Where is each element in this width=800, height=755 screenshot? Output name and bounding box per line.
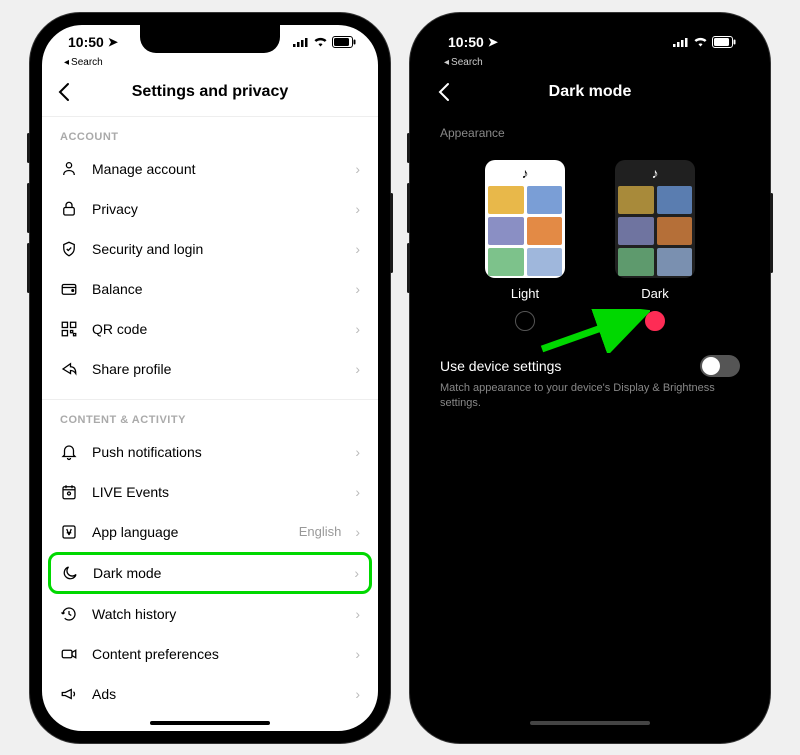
theme-picker: ♪ Light ♪ Dark [422, 150, 758, 337]
chevron-left-icon: ◂ [64, 57, 69, 68]
page-title: Settings and privacy [132, 83, 289, 101]
settings-row-person[interactable]: Manage account › [42, 149, 378, 189]
theme-preview-dark: ♪ [615, 160, 695, 278]
settings-list[interactable]: ACCOUNTManage account›Privacy›Security a… [42, 117, 378, 727]
settings-row-wallet[interactable]: Balance › [42, 269, 378, 309]
notch [520, 25, 660, 53]
row-value: English [299, 524, 342, 539]
status-time: 10:50 [68, 34, 104, 50]
wallet-icon [60, 280, 78, 298]
chevron-right-icon: › [355, 241, 360, 257]
row-label: LIVE Events [92, 484, 341, 500]
nav-header: Dark mode [422, 72, 758, 112]
row-label: Watch history [92, 606, 341, 622]
signal-icon [673, 37, 689, 47]
qr-icon [60, 320, 78, 338]
row-label: Ads [92, 686, 341, 702]
theme-option-dark[interactable]: ♪ Dark [615, 160, 695, 331]
back-button[interactable] [438, 82, 450, 102]
radio-dark[interactable] [645, 311, 665, 331]
row-label: Security and login [92, 241, 341, 257]
settings-row-shield[interactable]: Security and login › [42, 229, 378, 269]
row-label: Dark mode [93, 565, 340, 581]
video-icon [60, 645, 78, 663]
use-device-toggle[interactable] [700, 355, 740, 377]
back-to-app[interactable]: ◂ Search [422, 57, 758, 68]
settings-row-bell[interactable]: Push notifications › [42, 432, 378, 472]
appearance-header: Appearance [422, 112, 758, 150]
wifi-icon [313, 36, 328, 47]
chevron-right-icon: › [355, 444, 360, 460]
chevron-right-icon: › [355, 524, 360, 540]
status-icons [673, 36, 736, 48]
section-header: CONTENT & ACTIVITY [42, 400, 378, 432]
nav-header: Settings and privacy [42, 72, 378, 112]
chevron-right-icon: › [355, 646, 360, 662]
bell-icon [60, 443, 78, 461]
moon-icon [61, 564, 79, 582]
lock-icon [60, 200, 78, 218]
chevron-right-icon: › [355, 201, 360, 217]
signal-icon [293, 37, 309, 47]
phone-left: 10:50 ➤ ◂ Search Settings and privacy AC… [30, 13, 390, 743]
chevron-right-icon: › [355, 161, 360, 177]
home-indicator[interactable] [530, 721, 650, 725]
settings-row-language[interactable]: App language English › [42, 512, 378, 552]
settings-row-history[interactable]: Watch history › [42, 594, 378, 634]
back-to-app[interactable]: ◂ Search [42, 57, 378, 68]
chevron-right-icon: › [355, 361, 360, 377]
radio-light[interactable] [515, 311, 535, 331]
settings-row-video[interactable]: Content preferences › [42, 634, 378, 674]
language-icon [60, 523, 78, 541]
battery-icon [332, 36, 356, 48]
back-button[interactable] [58, 82, 70, 102]
chevron-left-icon: ◂ [444, 57, 449, 68]
theme-preview-light: ♪ [485, 160, 565, 278]
row-label: Share profile [92, 361, 341, 377]
settings-row-calendar[interactable]: LIVE Events › [42, 472, 378, 512]
row-label: Content preferences [92, 646, 341, 662]
location-icon: ➤ [488, 35, 498, 49]
chevron-right-icon: › [355, 281, 360, 297]
notch [140, 25, 280, 53]
battery-icon [712, 36, 736, 48]
status-icons [293, 36, 356, 48]
shield-icon [60, 240, 78, 258]
use-device-settings-row[interactable]: Use device settings [422, 337, 758, 381]
page-title: Dark mode [549, 83, 632, 101]
use-device-desc: Match appearance to your device's Displa… [422, 381, 758, 412]
person-icon [60, 160, 78, 178]
settings-row-lock[interactable]: Privacy › [42, 189, 378, 229]
row-label: Privacy [92, 201, 341, 217]
row-label: Balance [92, 281, 341, 297]
chevron-right-icon: › [355, 321, 360, 337]
settings-row-moon[interactable]: Dark mode › [48, 552, 372, 594]
row-label: QR code [92, 321, 341, 337]
history-icon [60, 605, 78, 623]
row-label: App language [92, 524, 285, 540]
chevron-right-icon: › [354, 565, 359, 581]
wifi-icon [693, 36, 708, 47]
theme-option-light[interactable]: ♪ Light [485, 160, 565, 331]
share-icon [60, 360, 78, 378]
calendar-icon [60, 483, 78, 501]
section-header: ACCOUNT [42, 117, 378, 149]
home-indicator[interactable] [150, 721, 270, 725]
settings-row-megaphone[interactable]: Ads › [42, 674, 378, 714]
location-icon: ➤ [108, 35, 118, 49]
settings-row-share[interactable]: Share profile › [42, 349, 378, 389]
chevron-right-icon: › [355, 606, 360, 622]
chevron-right-icon: › [355, 686, 360, 702]
settings-row-qr[interactable]: QR code › [42, 309, 378, 349]
chevron-right-icon: › [355, 484, 360, 500]
row-label: Manage account [92, 161, 341, 177]
row-label: Push notifications [92, 444, 341, 460]
status-time: 10:50 [448, 34, 484, 50]
megaphone-icon [60, 685, 78, 703]
phone-right: 10:50 ➤ ◂ Search Dark mode Appearance ♪ [410, 13, 770, 743]
